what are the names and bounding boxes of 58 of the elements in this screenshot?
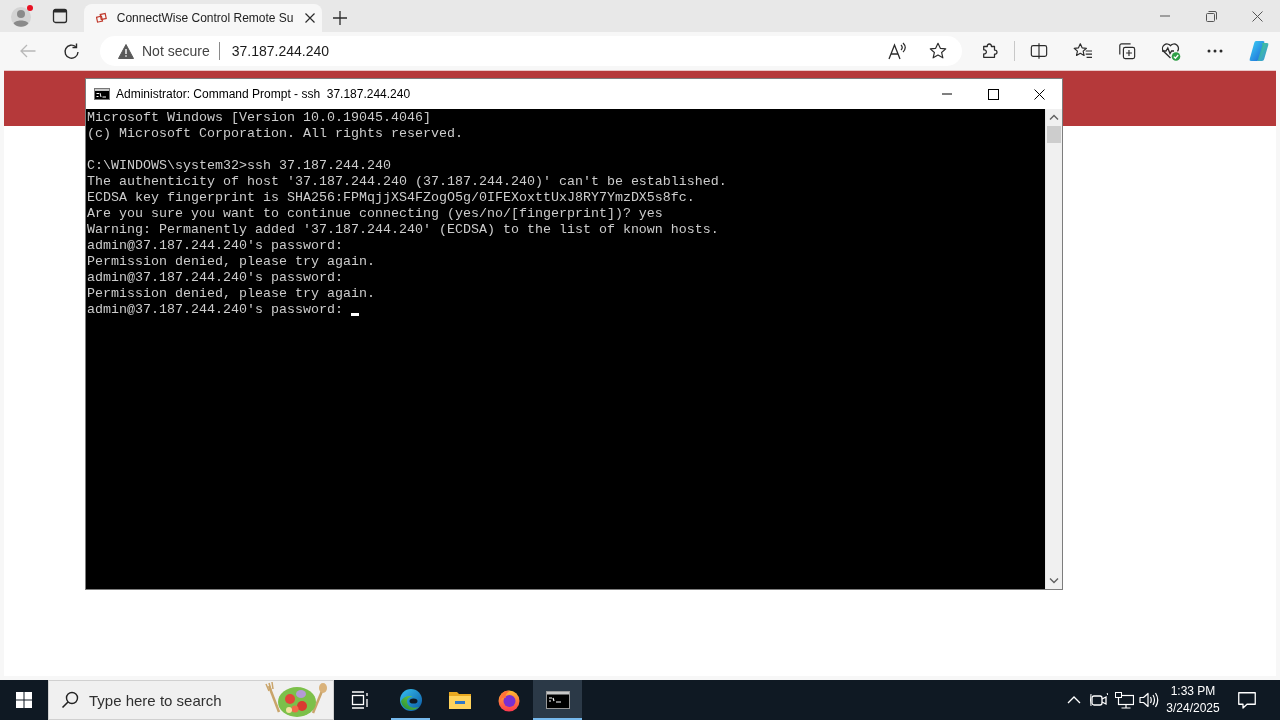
maximize-icon (987, 88, 999, 100)
back-arrow-icon (20, 44, 36, 58)
terminal-icon (545, 691, 570, 709)
folder-icon (447, 690, 472, 710)
network-icon (1114, 691, 1134, 709)
salad-bowl-icon (265, 682, 329, 718)
search-icon (61, 691, 79, 709)
gradient-logo-icon (1248, 40, 1270, 62)
clock[interactable]: 1:33 PM 3/24/2025 (1163, 680, 1223, 720)
minimize-icon (942, 93, 952, 95)
console-line: The authenticity of host '37.187.244.240 (37.187.244.240)' can't be established. (87, 174, 727, 190)
text-cursor (350, 313, 359, 316)
restore-icon (1205, 10, 1217, 22)
address-bar[interactable]: Not secure 37.187.244.240 (100, 36, 962, 66)
console-line: admin@37.187.244.240's password: (87, 238, 343, 254)
terminal-icon (94, 88, 110, 100)
camera-icon (1090, 692, 1108, 708)
minimize-icon (1160, 15, 1170, 17)
console-line: C:\WINDOWS\system32>ssh 37.187.244.240 (87, 158, 391, 174)
scrollbar[interactable] (1045, 109, 1062, 589)
overlapping-squares-icon (96, 10, 107, 26)
heart-pulse-icon (1161, 41, 1181, 61)
read-aloud-icon (888, 42, 908, 60)
console-line: (c) Microsoft Corporation. All rights reserved. (87, 126, 463, 142)
window-title: Administrator: Command Prompt - ssh 37.187.244.240 (116, 87, 411, 101)
task-view-icon (350, 691, 370, 709)
close-icon (1033, 88, 1045, 100)
star-list-icon (1073, 42, 1093, 60)
warning-icon (118, 43, 134, 59)
browser-tab[interactable]: ConnectWise Control Remote Su (84, 4, 322, 32)
chevron-up-icon (1067, 696, 1081, 704)
console-line: Microsoft Windows [Version 10.0.19045.4046] (87, 110, 431, 126)
fox-logo-icon (496, 688, 521, 712)
scrollbar-thumb[interactable] (1047, 126, 1061, 143)
windows-logo-icon (16, 692, 32, 708)
puzzle-piece-icon (981, 42, 999, 60)
search-field[interactable]: Type here to search (48, 680, 334, 720)
more-icon (1207, 49, 1223, 53)
console-line: Are you sure you want to continue connecting (yes/no/[fingerprint])? yes (87, 206, 663, 222)
console-line: admin@37.187.244.240's password: (87, 270, 343, 286)
collections-icon (1118, 42, 1136, 60)
plus-icon (333, 11, 347, 25)
site-info-button[interactable]: Not secure (118, 43, 210, 59)
swirl-logo-icon (398, 688, 423, 712)
speaker-icon (1139, 692, 1159, 708)
refresh-icon (62, 42, 80, 60)
taskbar-app-button[interactable] (533, 680, 582, 720)
console-line: Permission denied, please try again. (87, 254, 375, 270)
console-line: ECDSA key fingerprint is SHA256:FPMqjjXS4FZogO5g/0IFEXoxttUxJ8RY7YmzDX5s8fc. (87, 190, 695, 206)
console-line: admin@37.187.244.240's password: (87, 302, 343, 318)
tab-actions-icon (52, 8, 68, 24)
speech-bubble-icon (1238, 691, 1256, 709)
console-line: Permission denied, please try again. (87, 286, 375, 302)
close-icon (1251, 10, 1263, 22)
close-icon (305, 13, 316, 23)
console-line: Warning: Permanently added '37.187.244.240' (ECDSA) to the list of known hosts. (87, 222, 719, 238)
star-icon (929, 42, 947, 60)
split-screen-icon (1030, 42, 1048, 60)
